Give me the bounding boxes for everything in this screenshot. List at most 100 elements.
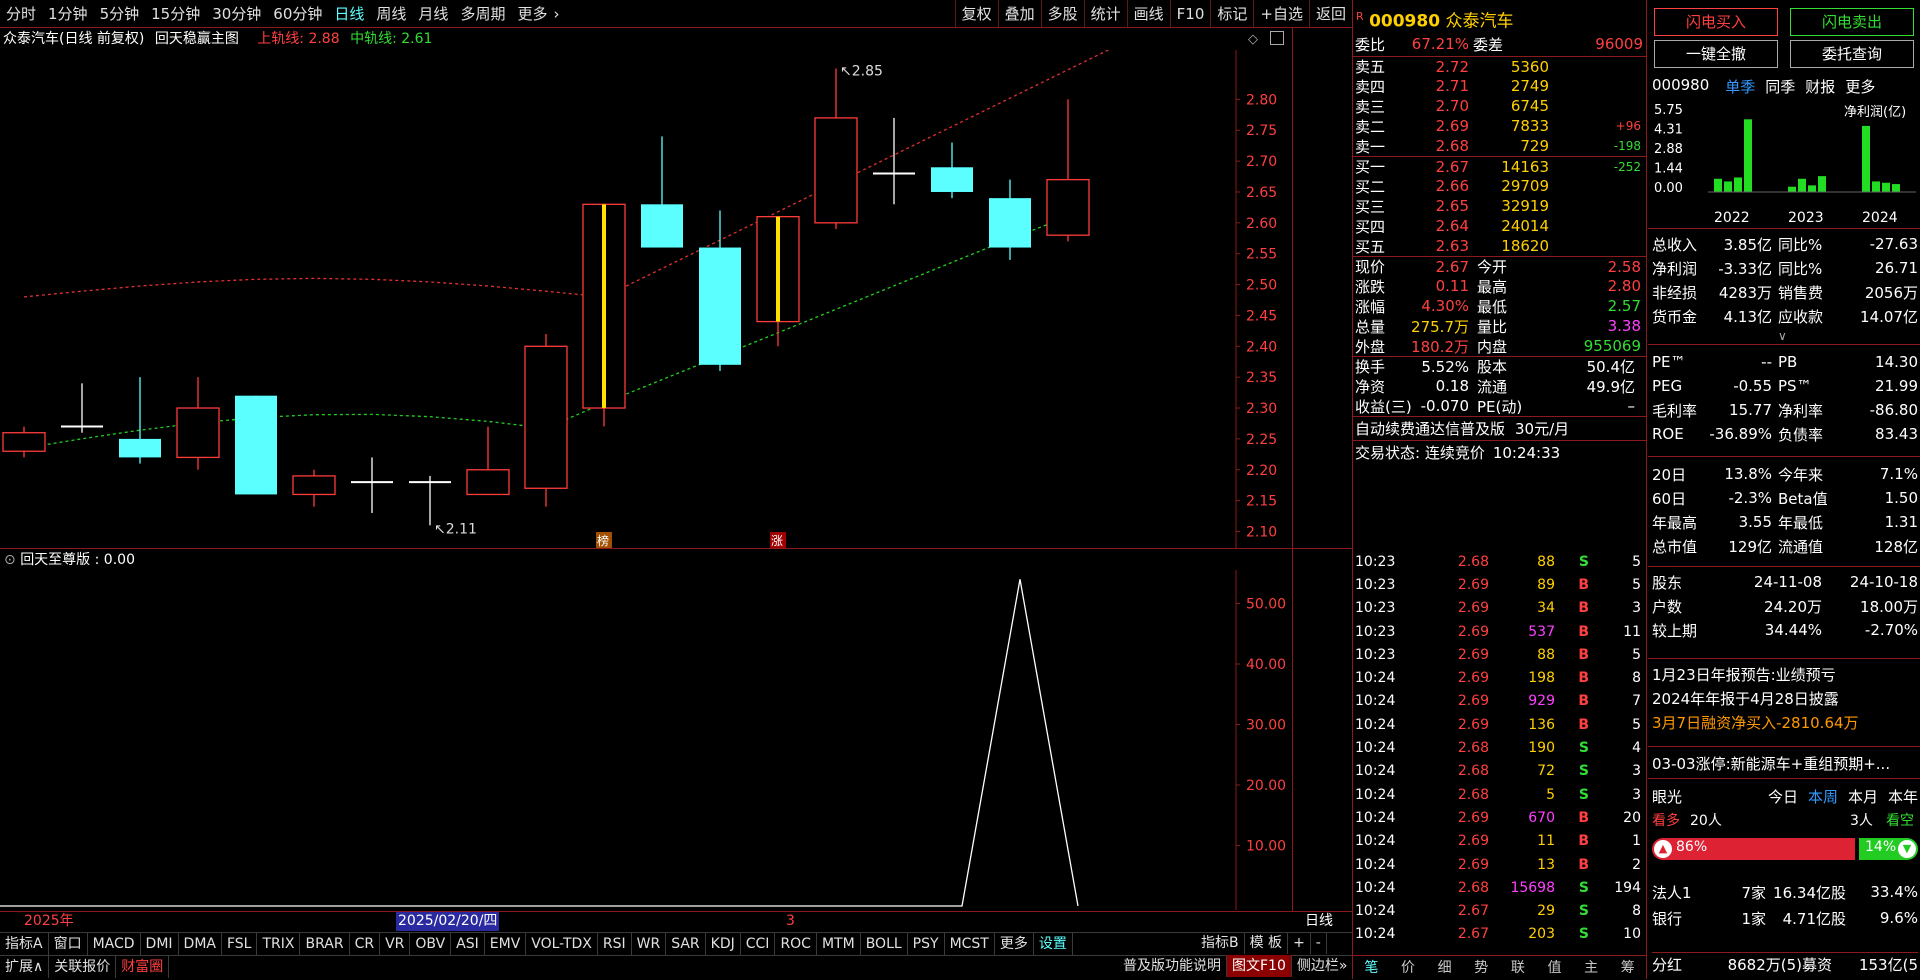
- period-0[interactable]: 分时: [0, 0, 42, 28]
- indicator-tab-24[interactable]: 更多: [995, 932, 1034, 955]
- chevron-right-icon[interactable]: ›: [553, 0, 565, 28]
- tick-tab-1[interactable]: 价: [1390, 956, 1427, 979]
- tick-tab-5[interactable]: 值: [1536, 956, 1573, 979]
- order-query-button[interactable]: 委托查询: [1790, 40, 1914, 68]
- indicator-tab-10[interactable]: OBV: [410, 932, 452, 955]
- promo-row[interactable]: 自动续费通达信普及版 30元/月: [1353, 416, 1646, 440]
- vision-tab-1[interactable]: 本周: [1808, 786, 1838, 808]
- indicator-tab-18[interactable]: CCI: [741, 932, 776, 955]
- toolbar-right-5[interactable]: F10: [1169, 0, 1211, 27]
- indicator-tab-20[interactable]: MTM: [817, 932, 861, 955]
- sub-indicator-label[interactable]: 回天至尊版 : 0.00: [20, 552, 135, 568]
- indicator-tab-3[interactable]: DMI: [141, 932, 179, 955]
- holders-cell: 24-11-08: [1753, 573, 1822, 591]
- indicator-name[interactable]: 回天稳赢主图: [149, 31, 239, 47]
- cancel-all-button[interactable]: 一键全撤: [1654, 40, 1778, 68]
- indicator-tab-16[interactable]: SAR: [666, 932, 706, 955]
- toolbar-right-6[interactable]: 标记: [1210, 0, 1253, 27]
- tick-side: S: [1578, 763, 1589, 780]
- period-1[interactable]: 1分钟: [42, 0, 94, 28]
- toolbar-right-4[interactable]: 画线: [1126, 0, 1170, 27]
- right-panel: 闪电买入 闪电卖出 一键全撤 委托查询 000980 单季 同季 财报 更多 净利润(亿) 5.75…: [1648, 0, 1920, 979]
- price-tick-label: 2.30: [1246, 401, 1277, 417]
- finance-tab-1[interactable]: 单季: [1725, 76, 1755, 97]
- indicator-tab-12[interactable]: EMV: [485, 932, 527, 955]
- collapse-icon[interactable]: ⊙: [4, 552, 16, 568]
- period-9[interactable]: 多周期: [454, 0, 511, 28]
- indicator-tab-2[interactable]: MACD: [88, 932, 141, 955]
- toolbar-right-8[interactable]: 返回: [1308, 0, 1352, 27]
- indicator-tab-25[interactable]: 设置: [1034, 932, 1073, 955]
- tick-list[interactable]: 10:23 2.68 88 S 5 10:23 2.69 89 B 5 10:23 2.69 34 B 3 1…: [1353, 550, 1646, 946]
- tick-tab-4[interactable]: 联: [1500, 956, 1537, 979]
- tick-tab-3[interactable]: 势: [1463, 956, 1500, 979]
- toolbar-right-1[interactable]: 叠加: [997, 0, 1041, 27]
- toolbar-right-3[interactable]: 统计: [1083, 0, 1127, 27]
- tick-tab-7[interactable]: 筹: [1609, 956, 1646, 979]
- finance-tab-2[interactable]: 同季: [1765, 76, 1795, 97]
- news-item[interactable]: 2024年年报于4月28日披露: [1652, 688, 1839, 709]
- indicator-tab-15[interactable]: WR: [632, 932, 667, 955]
- ext-right-1[interactable]: 图文F10: [1227, 955, 1292, 977]
- toolbar-right-2[interactable]: 多股: [1040, 0, 1084, 27]
- indicator-right-0[interactable]: 指标B: [1196, 932, 1245, 954]
- indicator-tab-1[interactable]: 窗口: [49, 932, 88, 955]
- vision-tab-2[interactable]: 本月: [1848, 786, 1878, 808]
- indicator-tab-19[interactable]: ROC: [775, 932, 817, 955]
- tick-tab-2[interactable]: 细: [1426, 956, 1463, 979]
- candlestick-chart[interactable]: 2.80 2.75 2.70 2.65 2.60 2.55 2.50 2.45 2.40 2.35…: [0, 50, 1292, 550]
- indicator-tab-21[interactable]: BOLL: [861, 932, 908, 955]
- indicator-tab-11[interactable]: ASI: [451, 932, 485, 955]
- tick-tab-0[interactable]: 笔: [1353, 956, 1390, 979]
- ext-tab-2[interactable]: 财富圈: [116, 955, 170, 978]
- flash-sell-button[interactable]: 闪电卖出: [1790, 8, 1914, 36]
- indicator-tab-6[interactable]: TRIX: [257, 932, 301, 955]
- indicator-right-1[interactable]: 模 板: [1245, 932, 1289, 954]
- indicator-tab-7[interactable]: BRAR: [300, 932, 350, 955]
- period-7[interactable]: 周线: [370, 0, 412, 28]
- period-2[interactable]: 5分钟: [94, 0, 146, 28]
- ext-right-2[interactable]: 侧边栏»: [1292, 955, 1354, 977]
- finance-tab-3[interactable]: 财报: [1805, 76, 1835, 97]
- indicator-tab-22[interactable]: PSY: [908, 932, 945, 955]
- indicator-tab-17[interactable]: KDJ: [706, 932, 741, 955]
- indicator-tab-4[interactable]: DMA: [179, 932, 222, 955]
- indicator-tab-23[interactable]: MCST: [945, 932, 995, 955]
- news-headline[interactable]: 03-03涨停:新能源车+重组预期+...: [1652, 753, 1890, 774]
- indicator-right-2[interactable]: +: [1288, 932, 1311, 954]
- window-toggle-icon[interactable]: [1270, 31, 1284, 45]
- ext-right-0[interactable]: 普及版功能说明: [1118, 955, 1227, 977]
- flash-buy-button[interactable]: 闪电买入: [1654, 8, 1778, 36]
- indicator-tab-0[interactable]: 指标A: [0, 932, 49, 955]
- news-item[interactable]: 3月7日融资净买入-2810.64万: [1652, 712, 1859, 733]
- period-6[interactable]: 日线: [328, 0, 370, 28]
- toolbar-right-0[interactable]: 复权: [954, 0, 998, 27]
- period-4[interactable]: 30分钟: [206, 0, 267, 28]
- finance-tab-4[interactable]: 更多: [1845, 76, 1875, 97]
- vision-tab-3[interactable]: 本年: [1888, 786, 1918, 808]
- indicator-tab-8[interactable]: CR: [350, 932, 381, 955]
- diamond-icon[interactable]: ◇: [1248, 32, 1258, 47]
- indicator-tab-5[interactable]: FSL: [222, 932, 258, 955]
- period-3[interactable]: 15分钟: [145, 0, 206, 28]
- indicator-tab-9[interactable]: VR: [380, 932, 411, 955]
- tick-tab-6[interactable]: 主: [1573, 956, 1610, 979]
- finance-tab-0[interactable]: 000980: [1652, 76, 1709, 97]
- period-8[interactable]: 月线: [412, 0, 454, 28]
- vision-tab-0[interactable]: 今日: [1768, 786, 1798, 808]
- indicator-tab-13[interactable]: VOL-TDX: [526, 932, 598, 955]
- ext-tab-1[interactable]: 关联报价: [49, 955, 117, 978]
- indicator-right-3[interactable]: -: [1311, 932, 1327, 954]
- expand-down-icon[interactable]: ∨: [1778, 329, 1787, 343]
- ext-tab-0[interactable]: 扩展∧: [0, 955, 50, 978]
- tick-price: 2.68: [1457, 786, 1489, 803]
- mini-y-tick: 1.44: [1654, 162, 1683, 177]
- period-5[interactable]: 60分钟: [267, 0, 328, 28]
- weicha-label: 委差: [1473, 35, 1504, 54]
- toolbar-right-7[interactable]: +自选: [1253, 0, 1309, 27]
- oscillator-chart[interactable]: 50.00 40.00 30.00 20.00 10.00: [0, 570, 1292, 910]
- news-item[interactable]: 1月23日年报预告:业绩预亏: [1652, 664, 1836, 685]
- indicator-tab-14[interactable]: RSI: [598, 932, 632, 955]
- period-10[interactable]: 更多: [511, 0, 553, 28]
- stat-row: 总量 275.7万 量比 3.38: [1353, 316, 1646, 336]
